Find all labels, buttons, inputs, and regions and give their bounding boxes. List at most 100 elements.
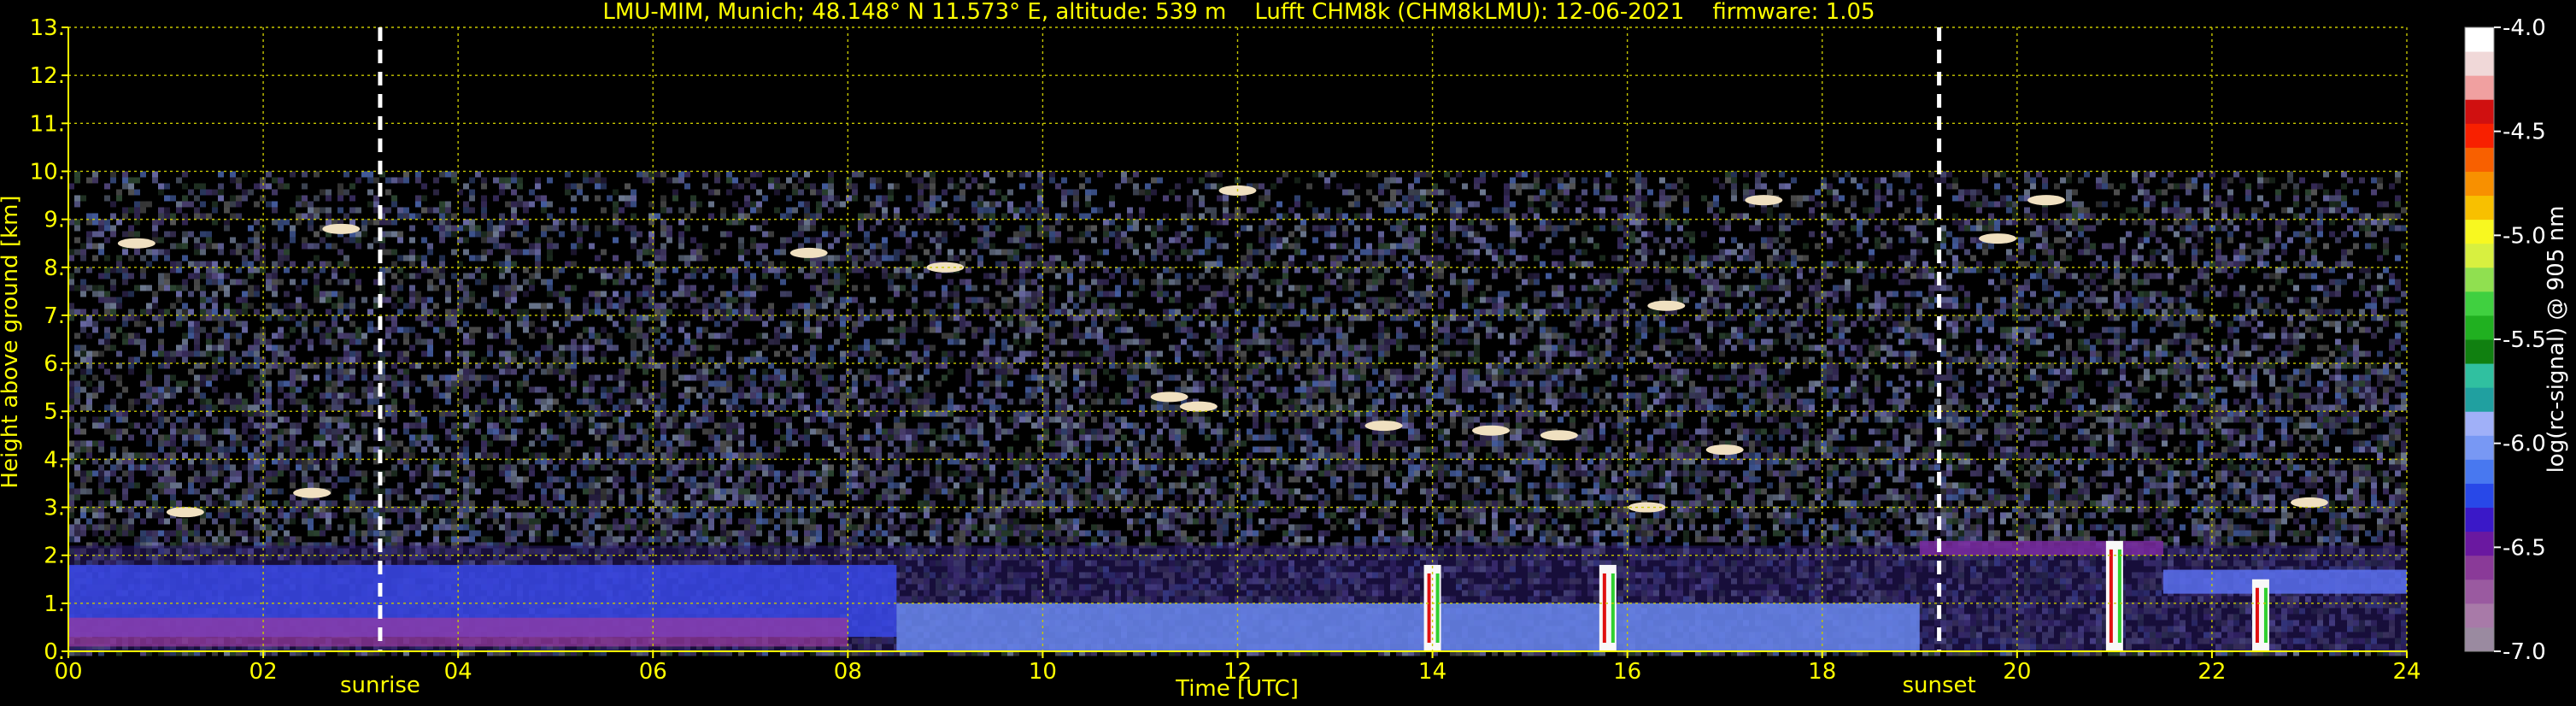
noise-cell <box>2311 201 2317 208</box>
noise-cell <box>2120 243 2126 250</box>
noise-cell <box>355 177 361 184</box>
noise-cell <box>948 332 954 339</box>
noise-cell <box>194 321 200 327</box>
noise-cell <box>2186 344 2192 351</box>
noise-cell <box>2192 338 2198 345</box>
noise-cell <box>1217 350 1223 357</box>
noise-cell <box>212 279 218 285</box>
noise-cell <box>1605 338 1611 345</box>
noise-cell <box>1988 267 1994 274</box>
noise-cell <box>158 321 164 327</box>
noise-cell <box>2036 231 2042 238</box>
noise-cell <box>1761 171 1767 178</box>
noise-cell <box>786 213 792 220</box>
noise-cell <box>2102 177 2108 184</box>
noise-cell <box>852 183 858 190</box>
noise-cell <box>888 309 894 315</box>
noise-cell <box>2263 297 2269 303</box>
noise-cell <box>230 279 236 285</box>
noise-cell <box>1671 183 1677 190</box>
noise-cell <box>714 189 720 196</box>
noise-cell <box>637 231 643 238</box>
noise-cell <box>977 207 983 214</box>
noise-cell <box>1031 350 1037 357</box>
noise-cell <box>505 201 511 208</box>
noise-cell <box>2168 273 2174 279</box>
noise-cell <box>92 213 98 220</box>
noise-cell <box>565 189 571 196</box>
noise-cell <box>445 291 451 297</box>
noise-cell <box>1785 183 1791 190</box>
noise-cell <box>798 327 804 333</box>
noise-cell <box>2341 231 2347 238</box>
noise-cell <box>2132 177 2138 184</box>
noise-cell <box>326 219 332 226</box>
noise-cell <box>2180 183 2186 190</box>
noise-cell <box>2227 195 2233 202</box>
noise-cell <box>427 285 433 291</box>
noise-cell <box>971 207 977 214</box>
noise-cell <box>2281 338 2287 345</box>
noise-cell <box>1928 267 1934 274</box>
noise-cell <box>2227 219 2233 226</box>
noise-cell <box>1474 183 1480 190</box>
noise-cell <box>1109 195 1115 202</box>
noise-cell <box>2245 255 2251 262</box>
noise-cell <box>176 309 182 315</box>
noise-cell <box>684 171 690 178</box>
noise-cell <box>906 267 912 274</box>
noise-cell <box>1952 297 1958 303</box>
noise-cell <box>1103 321 1109 327</box>
noise-cell <box>200 297 206 303</box>
noise-cell <box>499 267 505 274</box>
noise-cell <box>1803 243 1809 250</box>
noise-cell <box>1833 225 1839 232</box>
noise-cell <box>1797 195 1803 202</box>
noise-cell <box>1587 297 1593 303</box>
noise-cell <box>1127 213 1133 220</box>
noise-cell <box>1372 297 1378 303</box>
noise-cell <box>601 338 607 345</box>
noise-cell <box>654 309 660 315</box>
noise-cell <box>1061 189 1067 196</box>
noise-cell <box>278 255 284 262</box>
noise-cell <box>1570 285 1576 291</box>
noise-cell <box>308 213 314 220</box>
noise-cell <box>2096 297 2102 303</box>
noise-cell <box>1175 297 1181 303</box>
noise-cell <box>74 195 80 202</box>
noise-cell <box>1576 327 1581 333</box>
noise-cell <box>433 207 439 214</box>
noise-cell <box>2180 332 2186 339</box>
noise-cell <box>2287 177 2293 184</box>
noise-cell <box>1629 237 1635 244</box>
noise-cell <box>1420 201 1426 208</box>
noise-cell <box>637 273 643 279</box>
noise-cell <box>732 279 738 285</box>
noise-cell <box>1342 285 1348 291</box>
noise-cell <box>924 231 930 238</box>
noise-cell <box>1085 309 1091 315</box>
noise-cell <box>128 291 134 297</box>
noise-cell <box>1408 189 1414 196</box>
noise-cell <box>2329 279 2335 285</box>
noise-cell <box>2006 255 2012 262</box>
noise-cell <box>1827 243 1833 250</box>
noise-cell <box>1199 249 1205 256</box>
noise-cell <box>176 243 182 250</box>
noise-cell <box>858 303 864 309</box>
noise-cell <box>930 189 936 196</box>
noise-cell <box>1599 332 1605 339</box>
noise-cell <box>104 344 110 351</box>
noise-cell <box>1288 285 1294 291</box>
noise-cell <box>2054 321 2060 327</box>
noise-cell <box>2024 213 2030 220</box>
noise-cell <box>206 267 212 274</box>
noise-cell <box>870 344 876 351</box>
noise-cell <box>1199 321 1205 327</box>
noise-cell <box>451 321 457 327</box>
noise-cell <box>780 261 786 268</box>
noise-cell <box>2227 321 2233 327</box>
noise-cell <box>409 273 415 279</box>
noise-cell <box>122 338 128 345</box>
